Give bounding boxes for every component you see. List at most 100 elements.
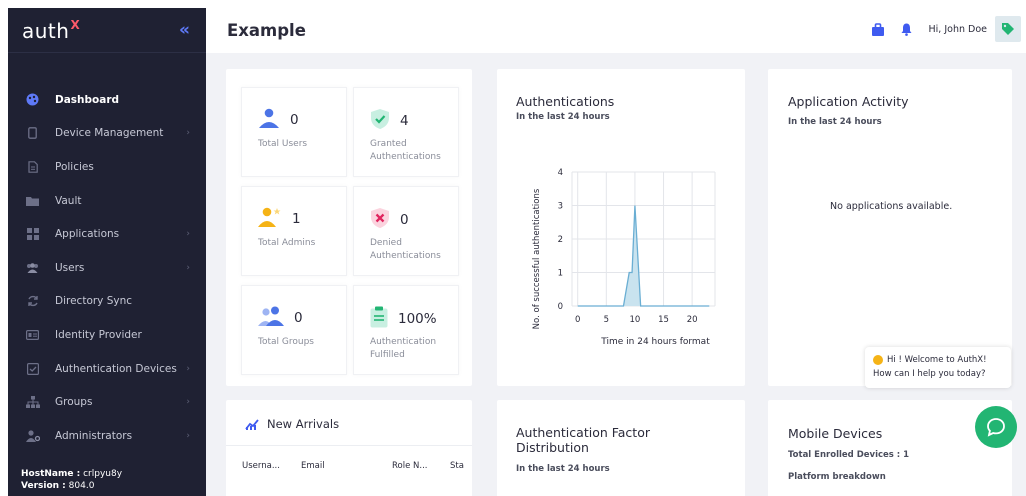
application-activity-subtitle: In the last 24 hours [788, 117, 882, 127]
sidebar-item-administrators[interactable]: Administrators › [8, 419, 206, 453]
folder-icon [25, 195, 40, 207]
stat-label: Total Groups [258, 337, 314, 347]
sidebar-item-directory-sync[interactable]: Directory Sync [8, 285, 206, 319]
sidebar-item-groups[interactable]: Groups › [8, 385, 206, 419]
sidebar-item-label: Vault [55, 194, 82, 207]
new-arrivals-title: New Arrivals [267, 417, 340, 431]
sidebar-item-policies[interactable]: Policies [8, 150, 206, 184]
hostname-value: crlpyu8y [83, 469, 123, 479]
shield-x-icon [370, 207, 390, 233]
sidebar: authX « Dashboard Device Management › Polic… [8, 8, 206, 496]
top-right-controls: Hi, John Doe [871, 16, 1021, 42]
mobile-devices-card: Mobile Devices Total Enrolled Devices : … [768, 400, 1012, 496]
chart-series-line [577, 205, 710, 307]
enrolled-devices-count: Total Enrolled Devices : 1 [788, 450, 910, 460]
no-applications-message: No applications available. [830, 201, 953, 212]
stat-label: Denied Authentications [370, 238, 441, 261]
chart-y-tick-label: 3 [558, 202, 563, 212]
chart-y-tick-label: 1 [558, 269, 563, 279]
factor-distribution-card: Authentication Factor Distribution In th… [497, 400, 745, 496]
stat-label: Total Users [258, 139, 308, 149]
sidebar-item-label: Administrators [55, 429, 133, 442]
chat-welcome-line1: Hi ! Welcome to AuthX! [887, 355, 987, 365]
sidebar-item-users[interactable]: Users › [8, 251, 206, 285]
application-activity-title: Application Activity [788, 94, 909, 109]
sidebar-item-authentication-devices[interactable]: Authentication Devices › [8, 352, 206, 386]
application-activity-card: Application Activity In the last 24 hour… [768, 69, 1012, 386]
group-icon [258, 306, 284, 330]
sidebar-item-dashboard[interactable]: Dashboard [8, 83, 206, 117]
tag-button[interactable] [995, 16, 1021, 42]
chart-x-tick-label: 20 [687, 315, 698, 325]
grid-icon [25, 228, 40, 241]
authentications-card: Authentications In the last 24 hours 012… [497, 69, 745, 386]
id-card-icon [25, 329, 40, 341]
top-bar: Example Hi, John Doe [206, 8, 1026, 53]
chevron-right-icon: › [186, 430, 190, 441]
sidebar-item-vault[interactable]: Vault [8, 184, 206, 218]
stat-label: Authentication Fulfilled [370, 337, 437, 360]
chart-y-tick-label: 4 [558, 168, 563, 178]
sidebar-item-label: Device Management [55, 127, 164, 140]
chart-x-tick-label: 0 [575, 315, 580, 325]
sidebar-nav: Dashboard Device Management › Policies Vault… [8, 83, 206, 453]
chat-welcome-line2: How can I help you today? [873, 369, 986, 379]
chat-welcome-bubble[interactable]: Hi ! Welcome to AuthX! How can I help yo… [865, 347, 1011, 388]
table-header: Userna... Email Role N... Sta [226, 445, 472, 485]
sidebar-item-label: Authentication Devices [55, 362, 177, 375]
column-header-email[interactable]: Email [301, 461, 325, 471]
stat-label: Total Admins [258, 238, 316, 248]
chevron-right-icon: › [186, 262, 190, 273]
stat-value: 0 [294, 310, 303, 326]
stat-value: 0 [400, 212, 409, 228]
stat-tile: 100% Authentication Fulfilled [353, 285, 459, 375]
chart-y-axis-label: No. of successful authentications [532, 188, 542, 329]
mobile-icon [25, 127, 40, 140]
chevron-right-icon: › [186, 363, 190, 374]
stat-value: 100% [398, 311, 437, 327]
chart-line-icon [245, 419, 259, 430]
sidebar-item-label: Applications [55, 228, 120, 241]
briefcase-icon[interactable] [871, 22, 884, 36]
new-arrivals-header: New Arrivals [245, 417, 339, 431]
chart-area [577, 205, 710, 306]
mobile-devices-title: Mobile Devices [788, 426, 883, 441]
chart-x-tick-label: 5 [604, 315, 609, 325]
stat-value: 4 [400, 113, 409, 129]
sitemap-icon [25, 396, 40, 409]
chart-x-tick-label: 15 [658, 315, 669, 325]
check-square-icon [25, 362, 40, 375]
factor-distribution-subtitle: In the last 24 hours [516, 464, 610, 474]
waving-hand-icon [873, 355, 883, 365]
chart-y-tick-label: 0 [558, 302, 563, 312]
users-icon [25, 262, 40, 274]
main-content: 0 Total Users 4 Granted Authentications 1 Tot… [206, 53, 1026, 496]
sidebar-item-label: Directory Sync [55, 295, 133, 308]
stat-tile: 0 Total Users [241, 87, 347, 177]
shield-check-icon [370, 108, 390, 134]
authentications-chart: 0 1 2 3 4 0 5 10 15 20 Time in 24 hours format No. … [532, 168, 716, 347]
collapse-sidebar-icon[interactable]: « [179, 20, 190, 40]
admin-icon [258, 207, 282, 231]
chart-y-tick-label: 2 [558, 235, 563, 245]
column-header-username[interactable]: Userna... [242, 461, 280, 471]
bell-icon[interactable] [901, 23, 912, 36]
user-cog-icon [25, 430, 40, 442]
authx-logo[interactable]: authX [22, 18, 80, 43]
chat-launcher-button[interactable] [975, 406, 1017, 448]
palette-icon [25, 93, 40, 106]
user-greeting[interactable]: Hi, John Doe [929, 24, 987, 35]
column-header-status[interactable]: Sta [450, 461, 464, 471]
chart-x-axis-label: Time in 24 hours format [600, 337, 710, 347]
sidebar-item-label: Identity Provider [55, 328, 142, 341]
chart-x-tick-label: 10 [630, 315, 641, 325]
chevron-right-icon: › [186, 128, 190, 139]
stat-tile: 1 Total Admins [241, 186, 347, 276]
sidebar-item-device-management[interactable]: Device Management › [8, 117, 206, 151]
sync-icon [25, 295, 40, 307]
stats-card: 0 Total Users 4 Granted Authentications 1 Tot… [226, 69, 472, 386]
sidebar-item-applications[interactable]: Applications › [8, 217, 206, 251]
user-icon [258, 108, 280, 132]
column-header-role[interactable]: Role N... [392, 461, 427, 471]
sidebar-item-identity-provider[interactable]: Identity Provider [8, 318, 206, 352]
